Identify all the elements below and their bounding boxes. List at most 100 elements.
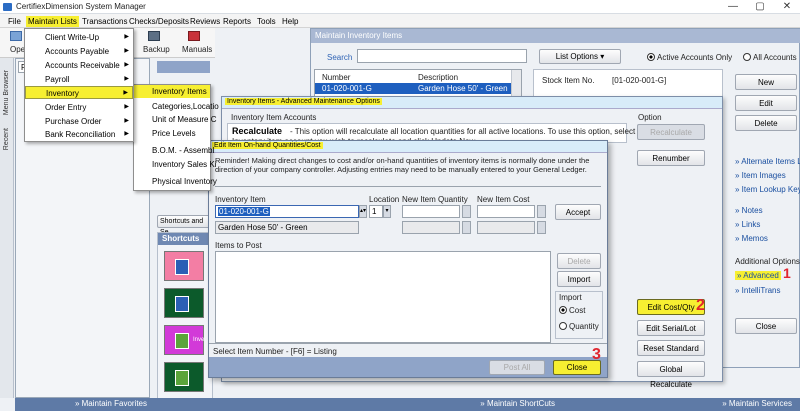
all-accounts-radio[interactable]	[743, 53, 751, 61]
menu-reports[interactable]: Reports	[221, 16, 253, 27]
shortcut-tile-4[interactable]	[164, 362, 204, 392]
menu-client-write-up[interactable]: Client Write-Up ▶	[25, 31, 133, 44]
stock-item-label: Stock Item No.	[542, 76, 595, 85]
alternate-items-link[interactable]: » Alternate Items List	[735, 157, 800, 166]
delete-button[interactable]: Delete	[735, 115, 797, 131]
location-input[interactable]: 1	[369, 205, 383, 218]
option-label: Option	[638, 113, 662, 122]
backup-icon[interactable]	[148, 31, 160, 41]
cost-radio[interactable]	[559, 306, 567, 314]
edit-button[interactable]: Edit	[735, 95, 797, 111]
manuals-label: Manuals	[182, 45, 213, 54]
submenu-sales-kits[interactable]: Inventory Sales Ki	[134, 158, 216, 171]
menu-accounts-payable[interactable]: Accounts Payable ▶	[25, 45, 133, 58]
edit-cost-qty-button[interactable]: Edit Cost/Qty	[637, 299, 705, 315]
cost-readonly-button	[537, 221, 546, 234]
menu-browser-tab[interactable]: Menu Browser	[3, 70, 10, 115]
item-images-link[interactable]: » Item Images	[735, 171, 786, 180]
menu-accounts-receivable[interactable]: Accounts Receivable ▶	[25, 59, 133, 72]
renumber-button[interactable]: Renumber	[637, 150, 705, 166]
submenu-physical-inventory[interactable]: Physical Inventory	[134, 175, 217, 188]
shortcut-tile-2[interactable]	[164, 288, 204, 318]
new-button[interactable]: New	[735, 74, 797, 90]
item-spin-button[interactable]: ▴▾	[359, 205, 367, 218]
search-input[interactable]	[357, 49, 527, 63]
maximize-button[interactable]: ▢	[747, 0, 773, 14]
location-dropdown-button[interactable]: ▾	[383, 205, 391, 218]
post-all-button[interactable]: Post All	[489, 360, 545, 375]
submenu-arrow-icon: ▶	[123, 90, 128, 96]
menu-bank-reconciliation[interactable]: Bank Reconciliation ▶	[25, 128, 133, 141]
item-lookup-keys-link[interactable]: » Item Lookup Keys	[735, 185, 800, 194]
new-item-cost-input[interactable]	[477, 205, 535, 218]
menu-purchase-order[interactable]: Purchase Order ▶	[25, 115, 133, 128]
links-link[interactable]: » Links	[735, 220, 760, 229]
open-label: Ope	[10, 45, 26, 54]
submenu-inventory-items[interactable]: Inventory Items	[134, 85, 210, 98]
edit-item-dialog: Edit Item On-hand Quantities/Cost Remind…	[208, 140, 608, 378]
reminder-divider	[215, 186, 601, 187]
row-number: 01-020-001-G	[322, 84, 372, 93]
import-button[interactable]: Import	[557, 271, 601, 287]
recalc-description: - This option will recalculate all locat…	[290, 127, 649, 136]
annotation-1: 1	[783, 265, 791, 281]
quantity-readonly-button	[462, 221, 471, 234]
advanced-link[interactable]: » Advanced	[735, 271, 781, 280]
intellitrans-link[interactable]: » IntelliTrans	[735, 286, 781, 295]
menu-tools[interactable]: Tools	[255, 16, 278, 27]
recalculate-button[interactable]: Recalculate	[637, 124, 705, 140]
maintain-services-link[interactable]: » Maintain Services	[563, 398, 800, 411]
minimize-button[interactable]: —	[720, 0, 746, 14]
menu-inventory[interactable]: Inventory ▶	[25, 86, 133, 99]
middle-header	[157, 61, 210, 73]
notes-link[interactable]: » Notes	[735, 206, 763, 215]
menu-payroll[interactable]: Payroll ▶	[25, 73, 133, 86]
reset-standard-button[interactable]: Reset Standard	[637, 340, 705, 356]
recent-tab[interactable]: Recent	[3, 128, 10, 150]
quantity-radio[interactable]	[559, 322, 567, 330]
list-options-button[interactable]: List Options ▾	[539, 49, 621, 64]
open-icon[interactable]	[10, 31, 22, 41]
manuals-icon[interactable]	[188, 31, 200, 41]
quantity-calc-button[interactable]	[462, 205, 471, 218]
menu-reviews[interactable]: Reviews	[188, 16, 222, 27]
active-accounts-label: Active Accounts Only	[657, 53, 733, 62]
menu-maintain-lists[interactable]: Maintain Lists	[26, 16, 79, 27]
column-description[interactable]: Description	[418, 73, 458, 82]
submenu-categories[interactable]: Categories,Locatio	[134, 100, 219, 113]
submenu-unit-of-measure[interactable]: Unit of Measure C	[134, 113, 216, 126]
menu-transactions[interactable]: Transactions	[80, 16, 130, 27]
delete-post-button[interactable]: Delete	[557, 253, 601, 269]
shortcut-tile-3[interactable]: Inve	[164, 325, 204, 355]
shortcut-tile-1[interactable]	[164, 251, 204, 281]
menu-checks-deposits[interactable]: Checks/Deposits	[127, 16, 191, 27]
global-recalculate-button[interactable]: Global Recalculate	[637, 361, 705, 389]
inventory-item-value: 01-020-001-G	[218, 207, 270, 216]
close-window-button[interactable]: ✕	[774, 0, 800, 14]
shortcuts-tab[interactable]: Shortcuts and Se	[157, 215, 213, 236]
table-row[interactable]: 01-020-001-G Garden Hose 50' - Green	[315, 83, 521, 94]
edit-serial-lot-button[interactable]: Edit Serial/Lot	[637, 320, 705, 336]
cost-calc-button[interactable]	[537, 205, 546, 218]
items-to-post-list[interactable]	[215, 251, 551, 343]
new-item-quantity-input[interactable]	[402, 205, 460, 218]
accept-button[interactable]: Accept	[555, 204, 601, 220]
menu-file[interactable]: File	[6, 16, 23, 27]
menu-help[interactable]: Help	[280, 16, 300, 27]
maintain-favorites-link[interactable]: » Maintain Favorites	[15, 398, 155, 411]
inventory-submenu: Inventory Items Categories,Locatio Unit …	[133, 84, 219, 191]
inventory-item-input[interactable]: 01-020-001-G	[215, 205, 359, 218]
menu-item-label: Client Write-Up	[45, 33, 100, 42]
all-accounts-label: All Accounts	[753, 53, 797, 62]
memos-link[interactable]: » Memos	[735, 234, 768, 243]
menu-item-label: Inventory	[46, 89, 79, 98]
inventory-close-button[interactable]: Close	[735, 318, 797, 334]
column-number[interactable]: Number	[322, 73, 350, 82]
title-bar: CertifiexDimension System Manager — ▢ ✕	[0, 0, 800, 14]
document-icon	[175, 296, 189, 312]
submenu-price-levels[interactable]: Price Levels	[134, 127, 196, 140]
maintain-shortcuts-link[interactable]: » Maintain ShortCuts	[155, 398, 563, 411]
active-accounts-radio[interactable]	[647, 53, 655, 61]
submenu-bom-assembly[interactable]: B.O.M. - Assembl	[134, 144, 214, 157]
menu-order-entry[interactable]: Order Entry ▶	[25, 101, 133, 114]
